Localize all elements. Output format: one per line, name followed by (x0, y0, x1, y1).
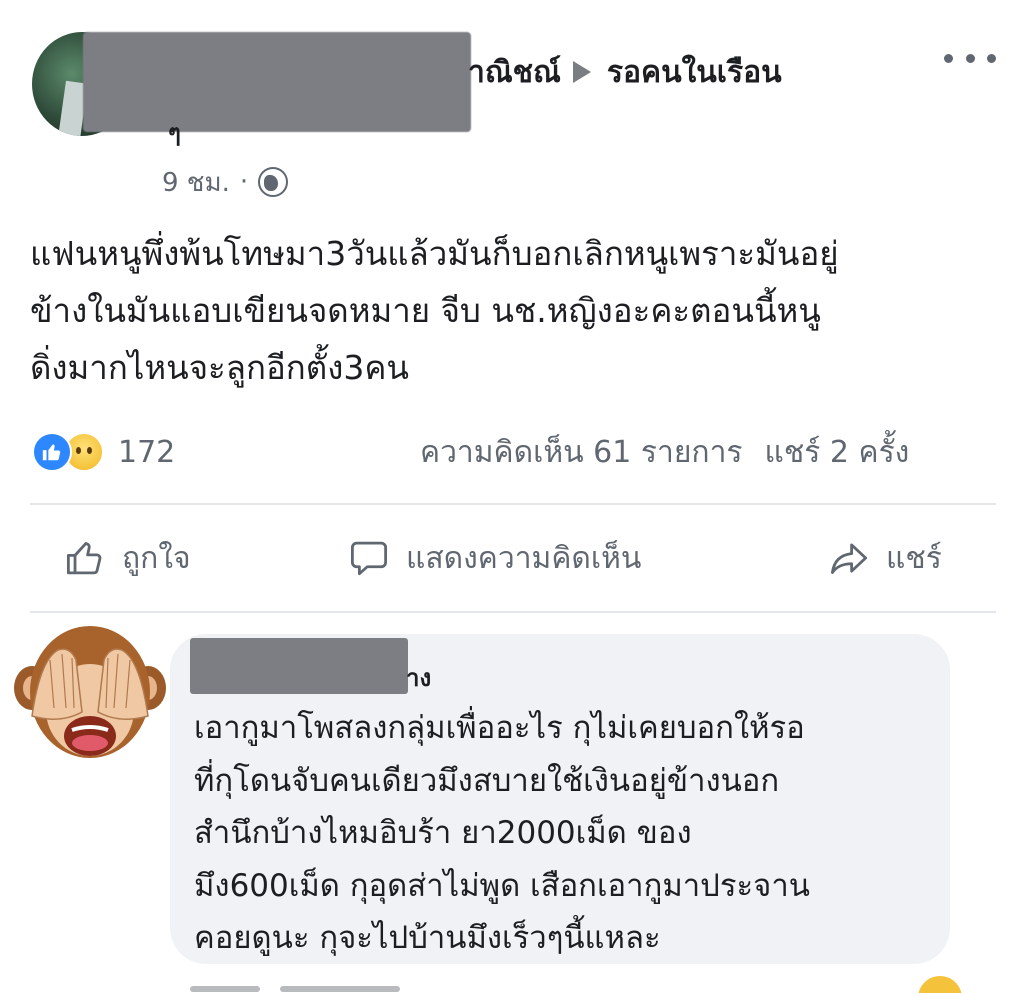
like-label: ถูกใจ (122, 540, 191, 576)
share-arrow-icon (830, 543, 868, 574)
post-meta: 9 ชม. · (162, 162, 289, 203)
redacted-commenter-name (190, 638, 408, 694)
share-button[interactable]: แชร์ (828, 516, 942, 600)
comment-line: มึง600เม็ด กุอุดส่าไม่พูด เสือกเอากูมาปร… (194, 867, 810, 904)
post-header: าณิชณ์ รอคนในเรือน (468, 48, 782, 96)
comment-label: แสดงความคิดเห็น (406, 540, 642, 576)
redacted-poster-name (83, 32, 471, 132)
share-count[interactable]: แชร์ 2 ครั้ง (765, 429, 910, 476)
post-line: ดิ่งมากไหนจะลูกอีกตั้ง3คน (30, 348, 409, 387)
reactions-summary[interactable]: 172 (32, 428, 175, 476)
globe-icon (258, 167, 289, 197)
see-no-evil-monkey-icon[interactable] (10, 620, 170, 770)
commenter-name-tail[interactable]: าง (406, 658, 431, 697)
comment-line: เอากูมาโพสลงกลุ่มเพื่ออะไร กุไม่เคยบอกให… (194, 710, 805, 746)
comment-text: เอากูมาโพสลงกลุ่มเพื่ออะไร กุไม่เคยบอกให… (194, 702, 934, 965)
reaction-emoji-icon (918, 976, 962, 993)
comment-line: สำนึกบ้างไหมอิบร้า ยา2000เม็ด ของ (194, 815, 692, 851)
group-name[interactable]: รอคนในเรือน (607, 49, 782, 96)
comment-line: ที่กุโดนจับคนเดียวมึงสบายใช้เงินอยู่ข้าง… (194, 762, 780, 799)
right-arrow-icon (572, 61, 591, 83)
divider (30, 611, 996, 613)
share-label: แชร์ (886, 540, 942, 576)
meta-separator: · (239, 167, 249, 197)
like-reaction-icon (32, 432, 72, 472)
reaction-count: 172 (118, 434, 176, 470)
post-stats: ความคิดเห็น 61 รายการ แชร์ 2 ครั้ง (420, 428, 909, 476)
post-time[interactable]: 9 ชม. (162, 162, 230, 203)
group-name-partial[interactable]: าณิชณ์ (468, 49, 561, 96)
comment-bubble-icon (350, 541, 388, 576)
more-dots-icon[interactable] (944, 46, 996, 70)
post-line: ข้างในมันแอบเขียนจดหมาย จีบ นช.หญิงอะคะต… (30, 291, 821, 330)
post-line: แฟนหนูพึ่งพ้นโทษมา3วันแล้วมันก็บอกเลิกหน… (30, 234, 839, 273)
poster-name-tail: ๆ (168, 126, 181, 146)
post-text: แฟนหนูพึ่งพ้นโทษมา3วันแล้วมันก็บอกเลิกหน… (30, 225, 1005, 396)
thumbs-up-icon (66, 542, 102, 575)
action-bar: ถูกใจ แสดงความคิดเห็น แชร์ (30, 516, 996, 600)
comment-actions-peek (190, 982, 450, 993)
like-button[interactable]: ถูกใจ (64, 516, 191, 600)
comment-button[interactable]: แสดงความคิดเห็น (348, 516, 641, 600)
divider (30, 503, 996, 505)
comment-line: คอยดูนะ กุจะไปบ้านมึงเร็วๆนี้แหละ (194, 920, 661, 956)
comment-count[interactable]: ความคิดเห็น 61 รายการ (420, 429, 743, 476)
